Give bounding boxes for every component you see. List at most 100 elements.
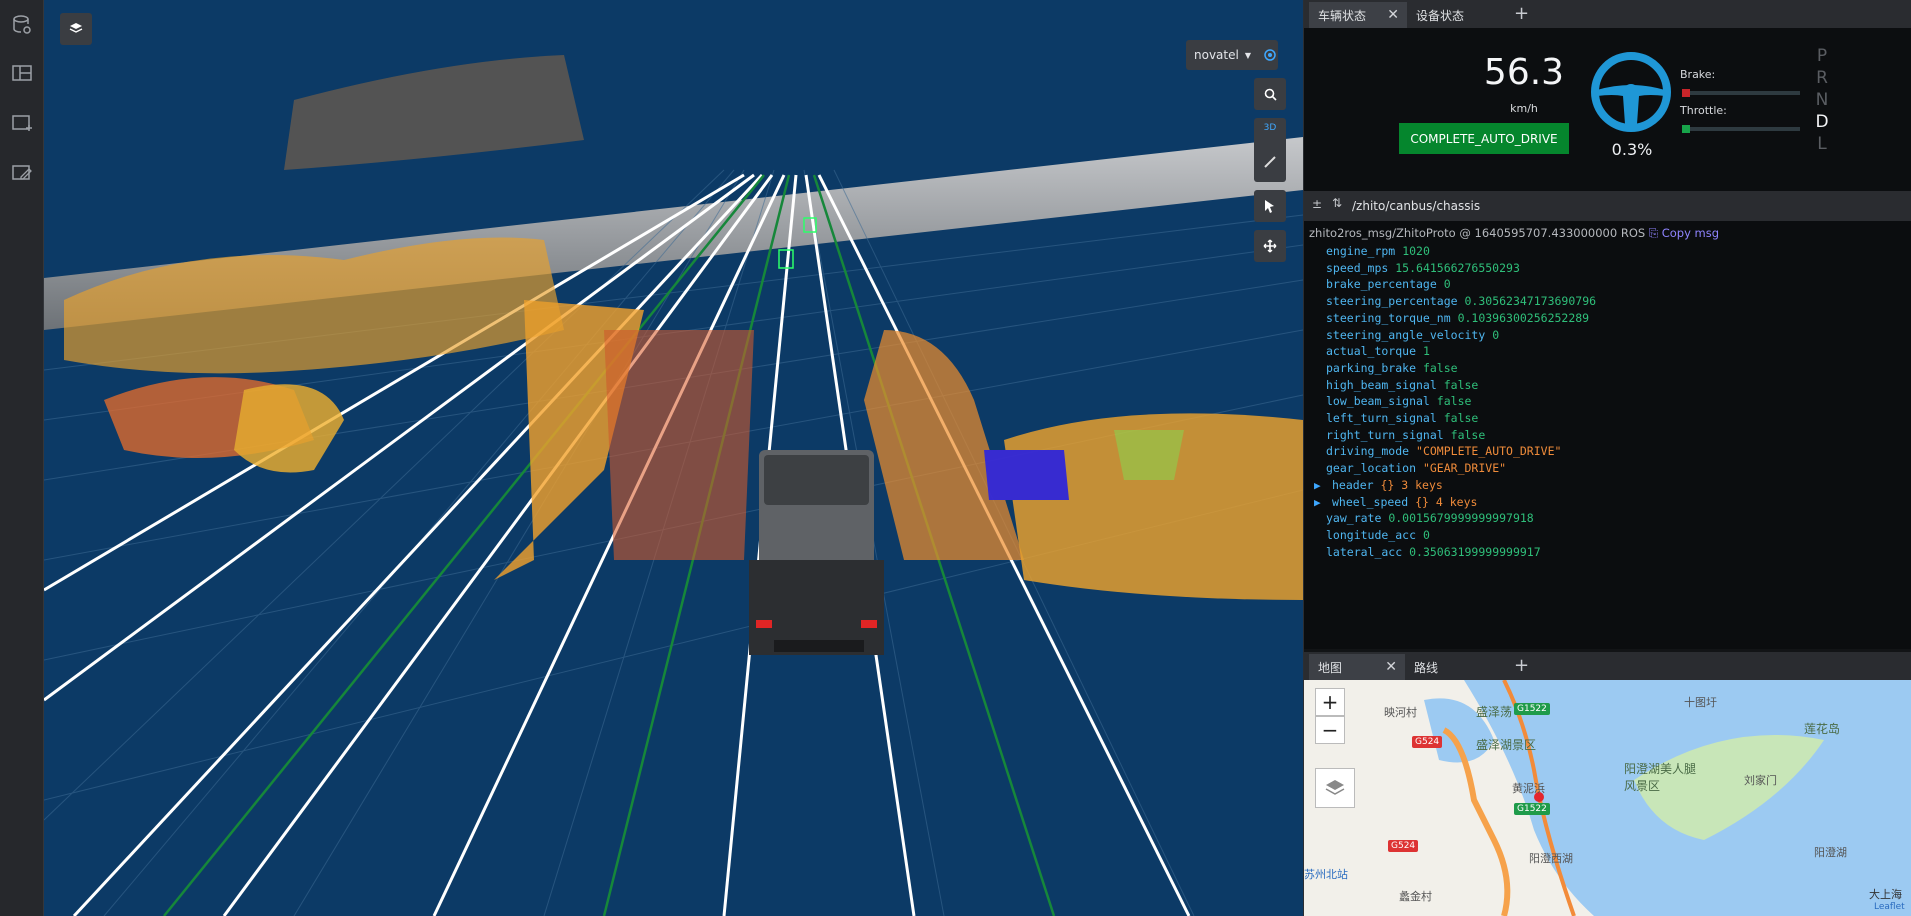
road-shield: G1522 <box>1514 803 1550 815</box>
field-key: high_beam_signal <box>1326 377 1437 392</box>
separator <box>1416 528 1423 542</box>
map-label: 阳澄湖美人腿风景区 <box>1624 762 1697 793</box>
gear-p: P <box>1816 46 1828 66</box>
message-header: zhito2ros_msg/ZhitoProto @ 1640595707.43… <box>1309 226 1719 241</box>
vehicle-status-panel: 56.3 km/h COMPLETE_AUTO_DRIVE 0.3% Brake… <box>1304 28 1911 191</box>
field-value: "GEAR_DRIVE" <box>1422 461 1507 476</box>
field-value: 0 <box>1422 527 1430 542</box>
map-label: 莲花岛 <box>1804 722 1841 736</box>
map-attribution-link[interactable]: Leaflet <box>1874 902 1905 912</box>
field-key: actual_torque <box>1326 344 1417 359</box>
message-field-row: actual_torque 1 <box>1326 344 1430 360</box>
message-field-row[interactable]: ▶ wheel_speed {} 4 keys <box>1314 494 1477 511</box>
top-tab-bar: 车辆状态 ✕ 设备状态 + <box>1304 0 1911 28</box>
field-value: 0.0015679999999997918 <box>1388 511 1534 526</box>
field-value: 1020 <box>1402 244 1430 258</box>
search-button[interactable] <box>1254 78 1286 110</box>
field-value: 0.30562347173690796 <box>1464 294 1597 309</box>
map-label: 映河村 <box>1384 706 1417 719</box>
separator <box>1437 378 1444 392</box>
select-tool-button[interactable] <box>1254 190 1286 222</box>
map-label: 阳澄湖 <box>1814 846 1847 859</box>
expand-triangle-icon[interactable]: ▶ <box>1314 479 1321 492</box>
add-tab-icon[interactable]: + <box>1514 655 1529 676</box>
field-key: low_beam_signal <box>1326 394 1430 409</box>
separator <box>1416 344 1423 358</box>
map-label: 阳澄西湖 <box>1529 852 1573 865</box>
tab-device-status[interactable]: 设备状态 <box>1407 2 1497 28</box>
message-field-row: right_turn_signal false <box>1326 428 1485 444</box>
message-field-row[interactable]: ▶ header {} 3 keys <box>1314 477 1443 494</box>
zoom-in-button[interactable]: + <box>1315 688 1345 716</box>
close-icon[interactable]: ✕ <box>1385 659 1397 675</box>
separator <box>1437 277 1444 291</box>
message-field-row: engine_rpm 1020 <box>1326 244 1430 260</box>
cursor-icon <box>1265 200 1274 213</box>
ego-truck <box>749 450 884 655</box>
throttle-label: Throttle: <box>1680 104 1727 117</box>
tab-label: 车辆状态 <box>1318 8 1367 23</box>
brake-bar <box>1682 89 1800 97</box>
expand-collapse-icon[interactable]: ± <box>1312 197 1322 211</box>
map-view[interactable]: + − 盛泽荡 盛泽湖景区 映河村 十图圩 阳澄湖美人腿风景区 莲花岛 阳澄西湖… <box>1304 680 1911 916</box>
field-key: parking_brake <box>1326 360 1417 375</box>
add-tab-icon[interactable]: + <box>1514 3 1529 24</box>
map-label: 大上海 <box>1869 888 1902 901</box>
edit-panel-icon[interactable] <box>7 158 37 188</box>
throttle-bar <box>1682 125 1800 133</box>
data-source-icon[interactable] <box>7 10 37 40</box>
throttle-bar-fill <box>1682 125 1690 133</box>
steering-percentage: 0.3% <box>1611 140 1653 159</box>
topic-path[interactable]: /zhito/canbus/chassis <box>1352 199 1480 213</box>
road-shield: G524 <box>1388 840 1419 852</box>
topic-bar: ± ⇅ /zhito/canbus/chassis <box>1304 191 1911 221</box>
field-key: driving_mode <box>1326 444 1410 459</box>
add-panel-icon[interactable] <box>7 108 37 138</box>
layers-button[interactable] <box>60 13 92 45</box>
message-panel: zhito2ros_msg/ZhitoProto @ 1640595707.43… <box>1304 221 1911 649</box>
map-label: 盛泽荡 <box>1476 705 1513 719</box>
copy-message-button[interactable]: ⎘ Copy msg <box>1649 226 1719 240</box>
left-toolbar <box>0 0 44 916</box>
tab-route[interactable]: 路线 <box>1405 654 1485 680</box>
view-mode-3d-button[interactable]: 3D <box>1254 123 1286 133</box>
field-value: false <box>1443 411 1479 425</box>
move-icon <box>1263 239 1277 253</box>
field-value: 1 <box>1422 344 1430 359</box>
message-field-row: left_turn_signal false <box>1326 411 1478 427</box>
sort-icon[interactable]: ⇅ <box>1332 196 1342 210</box>
message-field-row: steering_percentage 0.30562347173690796 <box>1326 294 1596 310</box>
field-key: wheel_speed <box>1332 494 1409 509</box>
close-icon[interactable]: ✕ <box>1387 7 1399 23</box>
map-label: 盛泽湖景区 <box>1476 738 1537 752</box>
follow-target-icon[interactable] <box>1263 48 1277 62</box>
expand-triangle-icon[interactable]: ▶ <box>1314 496 1321 509</box>
pan-tool-button[interactable] <box>1254 230 1286 262</box>
view-controls: 3D <box>1254 118 1286 182</box>
map-label: 刘家门 <box>1744 774 1777 787</box>
message-field-row: longitude_acc 0 <box>1326 528 1430 544</box>
tab-map[interactable]: 地图 ✕ <box>1309 654 1405 680</box>
search-icon <box>1264 88 1277 101</box>
field-key: steering_percentage <box>1326 294 1458 309</box>
measure-button[interactable] <box>1254 148 1286 176</box>
layout-icon[interactable] <box>7 58 37 88</box>
field-key: lateral_acc <box>1326 544 1403 559</box>
zoom-out-button[interactable]: − <box>1315 716 1345 744</box>
field-value: 0.35063199999999917 <box>1409 544 1541 559</box>
brake-label: Brake: <box>1680 68 1716 81</box>
field-value: {} 3 keys <box>1380 477 1443 492</box>
separator <box>1416 461 1423 475</box>
3d-viewport[interactable]: novatel ▼ 3D <box>44 0 1303 916</box>
map-layers-button[interactable] <box>1315 768 1355 808</box>
field-value: false <box>1443 377 1479 392</box>
tab-vehicle-status[interactable]: 车辆状态 ✕ <box>1309 2 1407 28</box>
separator <box>1444 428 1451 442</box>
message-field-row: gear_location "GEAR_DRIVE" <box>1326 461 1506 477</box>
field-key: speed_mps <box>1326 260 1389 275</box>
right-panel: 车辆状态 ✕ 设备状态 + 56.3 km/h COMPLETE_AUTO_DR… <box>1303 0 1911 916</box>
gear-indicator: PRNDL <box>1812 46 1832 156</box>
frame-select[interactable]: novatel ▼ <box>1186 40 1278 70</box>
brake-bar-fill <box>1682 89 1690 97</box>
field-value: 0 <box>1443 277 1451 292</box>
